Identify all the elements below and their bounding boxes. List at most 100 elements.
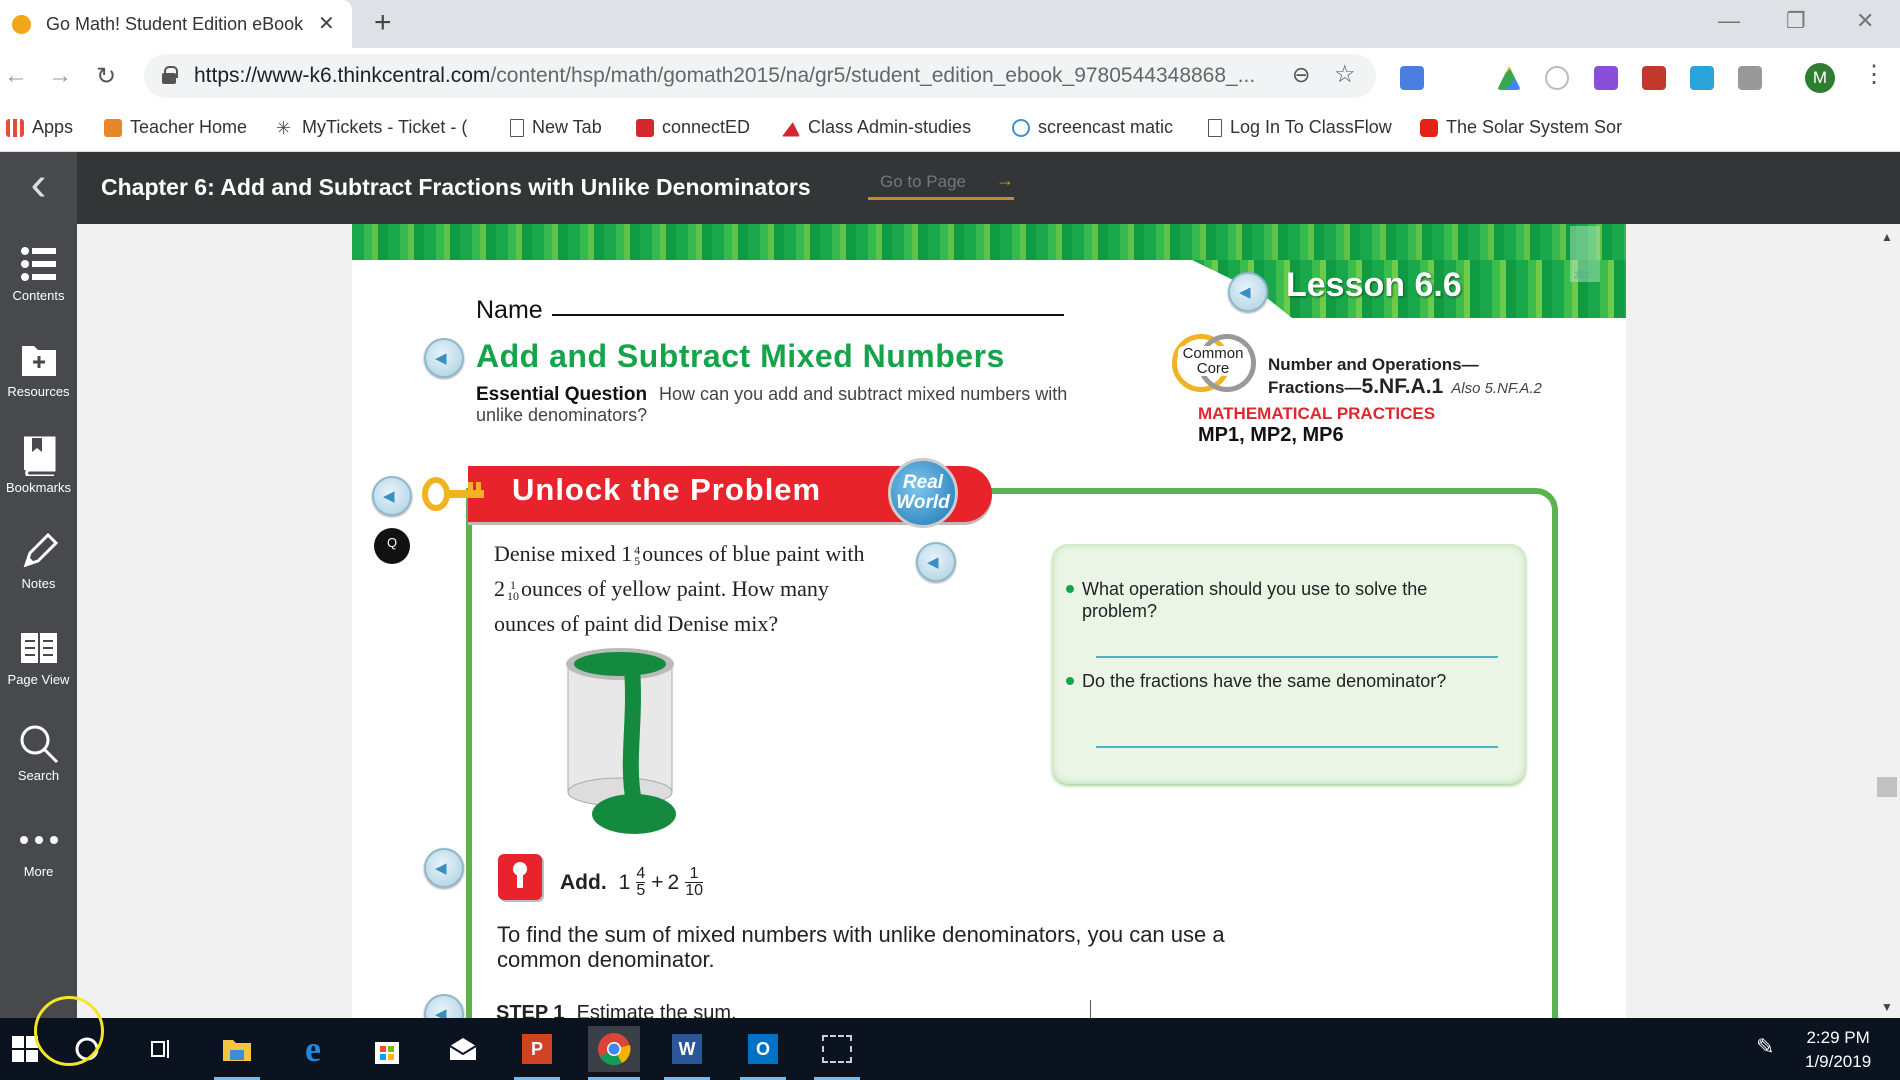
system-clock[interactable]: 2:29 PM 1/9/2019 (1805, 1026, 1871, 1074)
mail-button[interactable] (440, 1026, 486, 1072)
page-icon (510, 118, 524, 137)
google-translate-extension-icon[interactable] (1400, 66, 1424, 90)
snipping-icon (822, 1035, 852, 1063)
step-1: STEP 1 Estimate the sum. (496, 1002, 737, 1018)
sidebar-item-notes[interactable]: Notes (0, 528, 77, 591)
sidebar-item-bookmarks[interactable]: Bookmarks (0, 432, 77, 495)
key-icon (422, 477, 484, 511)
powerpoint-button[interactable]: P (514, 1026, 560, 1080)
google-drive-extension-icon[interactable] (1497, 66, 1521, 90)
speaker-icon[interactable] (424, 994, 464, 1018)
minimize-button[interactable]: — (1718, 8, 1740, 34)
page-icon (1208, 118, 1222, 137)
vertical-scrollbar[interactable]: ▲ ▼ (1874, 224, 1900, 1018)
answer-line[interactable] (1096, 656, 1498, 658)
back-button[interactable]: ← (4, 62, 28, 90)
forward-button[interactable]: → (48, 62, 72, 90)
apps-grid-icon (6, 118, 24, 137)
think-questions-box: What operation should you use to solve t… (1052, 544, 1526, 784)
bookmark-teacher-home[interactable]: Teacher Home (104, 117, 247, 138)
tab-close-icon[interactable]: ✕ (318, 11, 335, 36)
bookmark-apps[interactable]: Apps (6, 117, 73, 138)
outlook-button[interactable]: O (740, 1026, 786, 1080)
green-paint-can-image (566, 648, 676, 834)
pen-workspace-icon[interactable]: ✎ (1756, 1034, 1774, 1060)
scroll-up-arrow-icon[interactable]: ▲ (1881, 230, 1893, 244)
bookmark-new-tab[interactable]: New Tab (510, 117, 602, 138)
readwrite-extension-icon[interactable] (1594, 66, 1618, 90)
speaker-icon[interactable] (424, 848, 464, 888)
word-button[interactable]: W (664, 1026, 710, 1080)
powerpoint-icon: P (522, 1034, 552, 1064)
chrome-icon (598, 1033, 631, 1066)
class-admin-icon (782, 122, 800, 137)
name-line (552, 314, 1064, 316)
problem-text: Denise mixed 1 4 5 ounces of blue paint wit… (494, 541, 865, 636)
clock-time: 2:29 PM (1806, 1028, 1870, 1047)
back-nav-button[interactable]: ‹ (0, 152, 77, 224)
bookmark-class-admin[interactable]: Class Admin-studies (782, 117, 971, 138)
cloud-extension-icon[interactable] (1690, 66, 1714, 90)
speaker-icon[interactable] (916, 542, 956, 582)
math-practices-heading: MATHEMATICAL PRACTICES (1198, 404, 1436, 423)
url-path: /content/hsp/math/gomath2015/na/gr5/stud… (490, 64, 1256, 87)
bookmarks-bar: Apps Teacher Home ✳ MyTickets - Ticket - … (0, 108, 1900, 152)
question-item: What operation should you use to solve t… (1066, 578, 1442, 622)
bookmark-star-icon[interactable]: ☆ (1334, 60, 1356, 89)
quick-check-q-icon[interactable]: Q (374, 528, 410, 564)
lock-icon (498, 854, 542, 900)
restore-button[interactable]: ❐ (1786, 8, 1806, 34)
gmail-checker-extension-icon[interactable] (1738, 66, 1762, 90)
lock-icon (162, 66, 178, 84)
speaker-icon[interactable] (1228, 272, 1268, 312)
new-tab-button[interactable]: + (374, 6, 392, 40)
url-host: https://www-k6.thinkcentral.com (194, 64, 491, 87)
sidebar-item-search[interactable]: Search (0, 720, 77, 783)
bookmark-solar-system[interactable]: The Solar System Sor (1420, 117, 1622, 138)
help-extension-icon[interactable] (1545, 66, 1569, 90)
ebook-header: ‹ Chapter 6: Add and Subtract Fractions … (0, 152, 1900, 224)
edge-button[interactable]: e (290, 1026, 336, 1072)
page-banner (352, 224, 1626, 260)
store-button[interactable] (364, 1026, 410, 1072)
sidebar-item-contents[interactable]: Contents (0, 240, 77, 303)
task-view-button[interactable] (138, 1026, 184, 1072)
bookmark-mytickets[interactable]: ✳ MyTickets - Ticket - ( (276, 117, 467, 138)
ebook-sidebar: Contents Resources Bookmarks Notes Page … (0, 224, 77, 1018)
address-bar[interactable]: https://www-k6.thinkcentral.com/content/… (144, 54, 1376, 98)
browser-tab[interactable]: Go Math! Student Edition eBook ✕ (0, 0, 352, 48)
resources-folder-icon (0, 336, 77, 384)
mcgraw-hill-icon (636, 118, 654, 137)
book-extension-icon[interactable] (1642, 66, 1666, 90)
folder-icon (223, 1040, 251, 1061)
bookmark-screencast[interactable]: screencast matic (1012, 117, 1173, 138)
sidebar-item-more[interactable]: More (0, 816, 77, 879)
chrome-menu-icon[interactable]: ⋮ (1862, 60, 1886, 89)
sidebar-item-resources[interactable]: Resources (0, 336, 77, 399)
chrome-button[interactable] (588, 1026, 640, 1080)
outlook-icon: O (748, 1034, 778, 1064)
arrow-right-icon[interactable]: → (996, 170, 1014, 191)
reload-button[interactable]: ↻ (96, 62, 116, 91)
answer-line[interactable] (1096, 746, 1498, 748)
real-world-badge: Real World (888, 458, 958, 528)
word-icon: W (672, 1034, 702, 1064)
url-text[interactable]: https://www-k6.thinkcentral.com/content/… (194, 64, 1255, 88)
bookmark-classflow[interactable]: Log In To ClassFlow (1208, 117, 1392, 138)
lesson-number: Lesson 6.6 (1286, 266, 1462, 304)
snipping-button[interactable] (814, 1026, 860, 1080)
scrollbar-thumb[interactable] (1877, 777, 1897, 797)
profile-avatar[interactable]: M (1805, 63, 1835, 93)
speaker-icon[interactable] (372, 476, 412, 516)
name-label: Name (476, 296, 543, 324)
sidebar-item-page-view[interactable]: Page View (0, 624, 77, 687)
go-to-page-input[interactable]: Go to Page → (868, 170, 1014, 200)
speaker-icon[interactable] (424, 338, 464, 378)
page-bookmark-ribbon[interactable]: 383 (1570, 226, 1600, 282)
bookmark-connected[interactable]: connectED (636, 117, 750, 138)
windows-taskbar: e P W O ✎ 2:29 PM 1/9/2019 (0, 1018, 1900, 1080)
zoom-icon[interactable]: ⊖ (1292, 62, 1310, 88)
file-explorer-button[interactable] (214, 1026, 260, 1080)
scroll-down-arrow-icon[interactable]: ▼ (1881, 1000, 1893, 1014)
window-close-button[interactable]: ✕ (1856, 8, 1874, 34)
